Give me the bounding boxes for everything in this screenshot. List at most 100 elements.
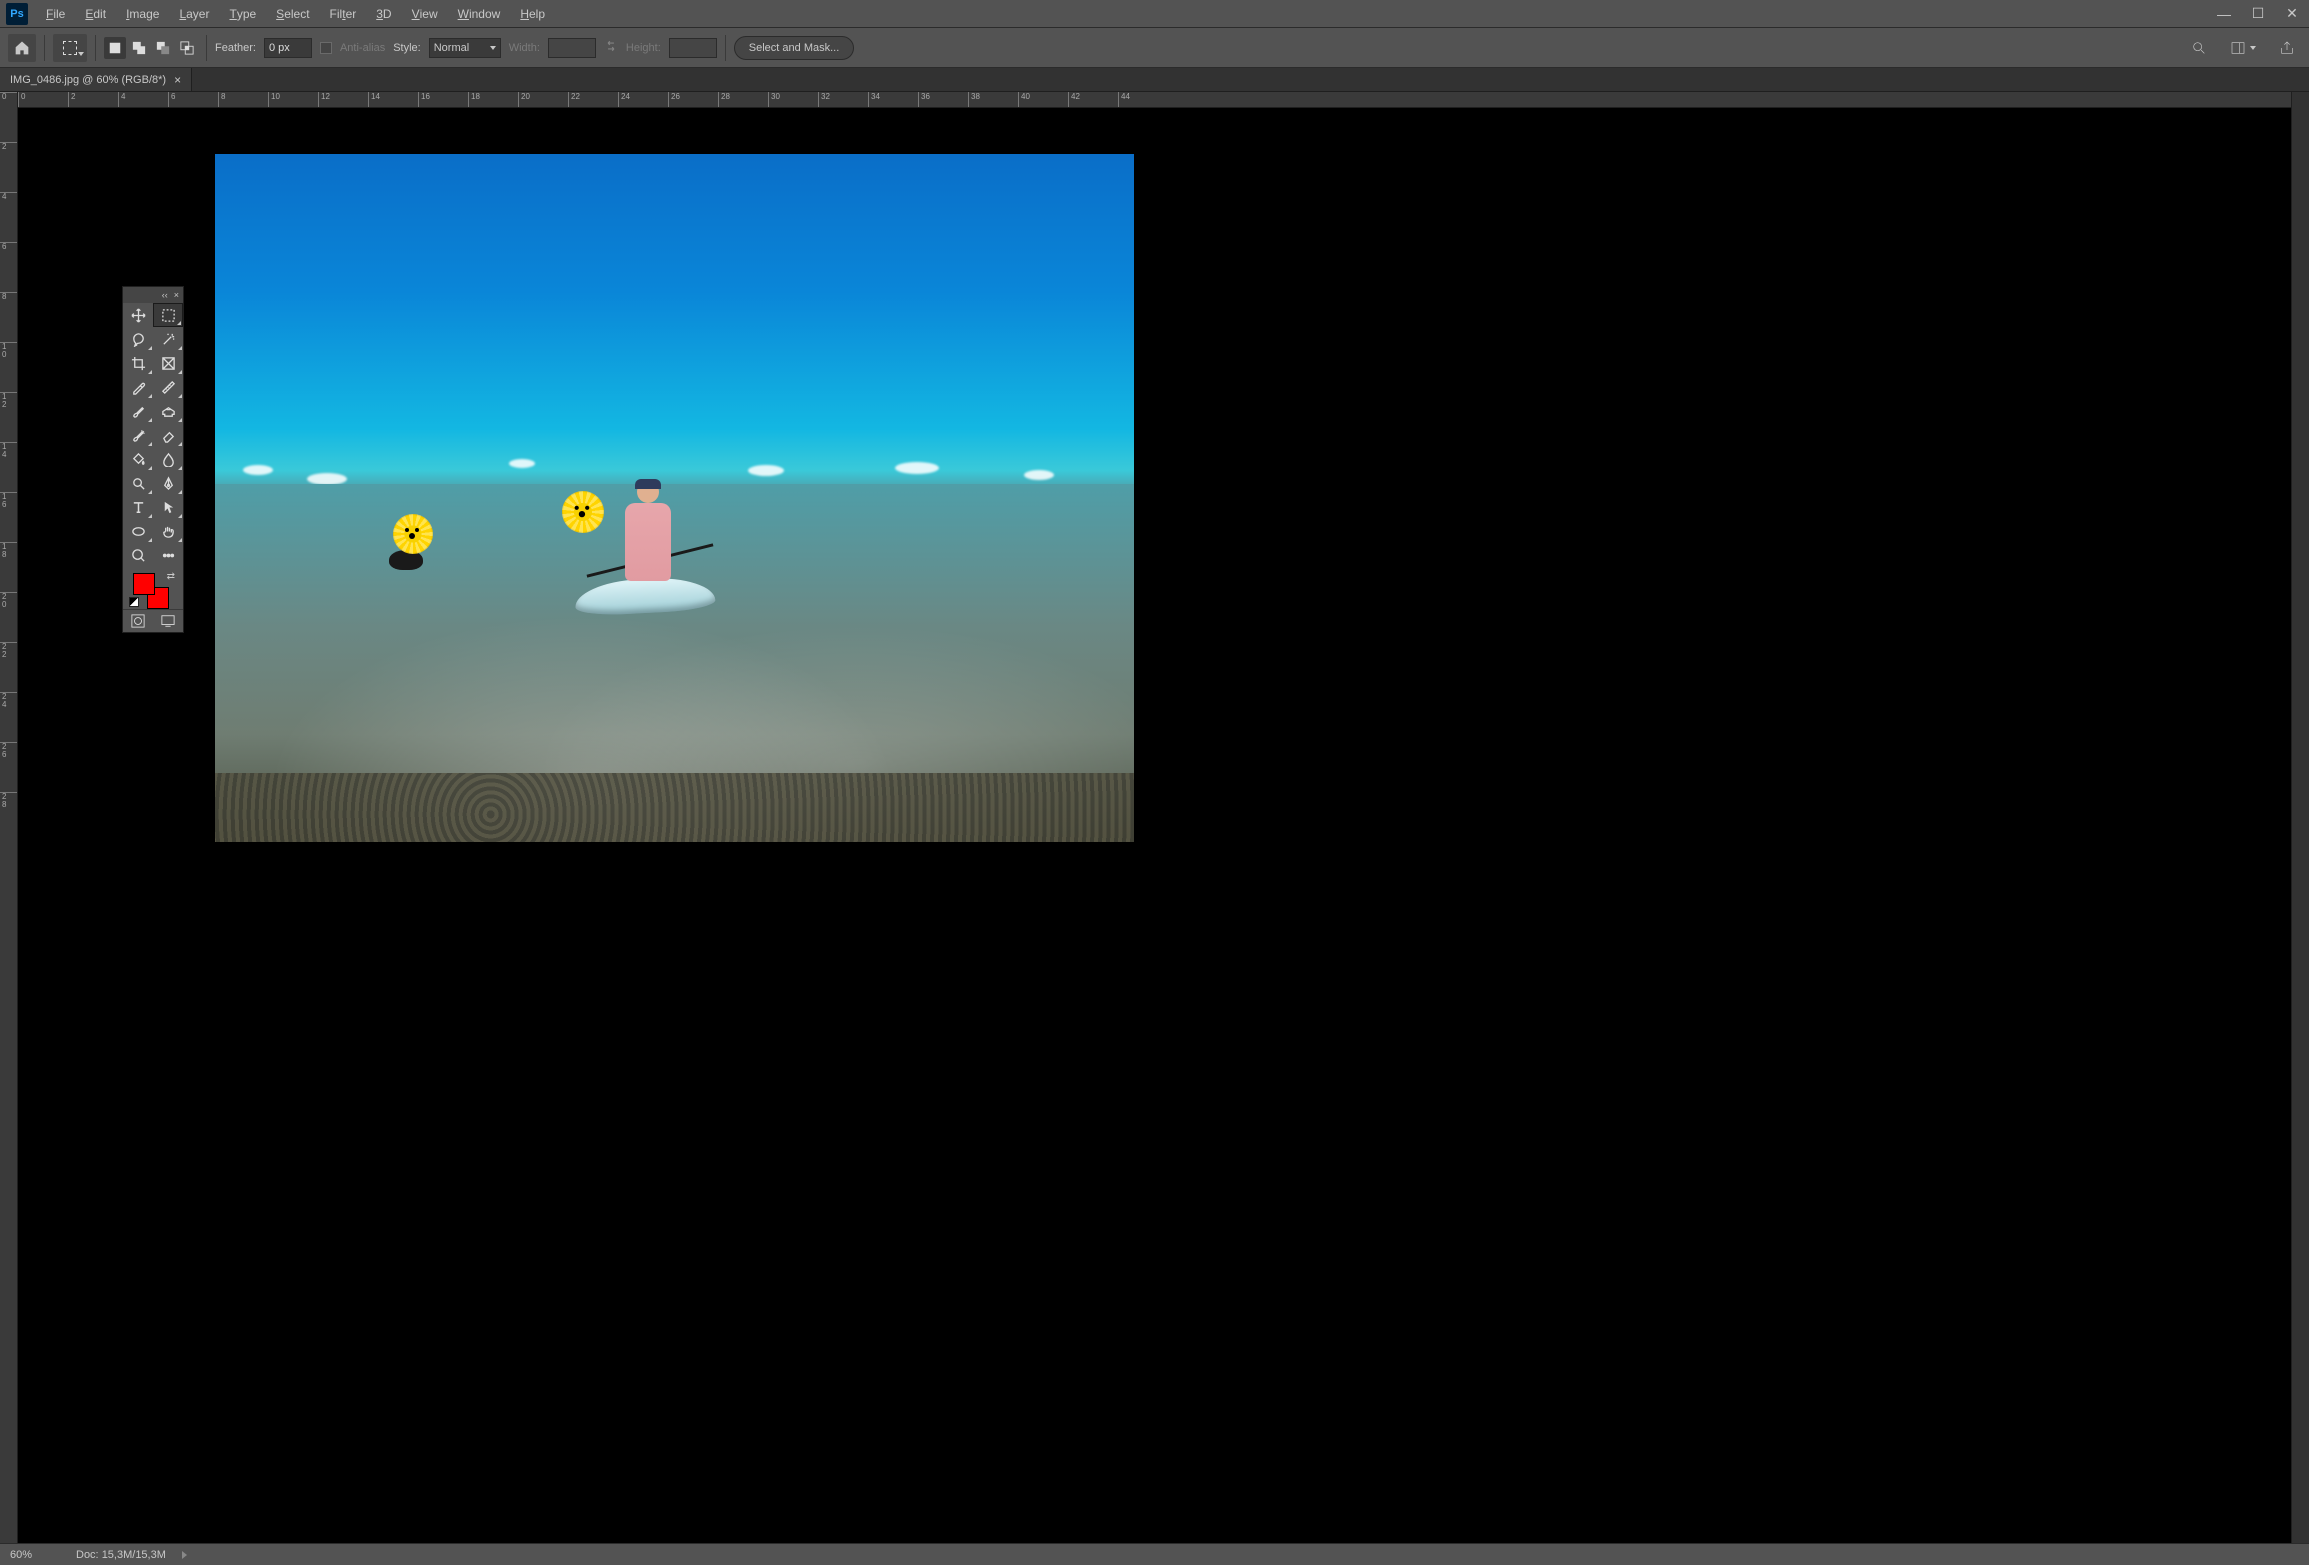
ruler-tick: 18 [468,92,480,107]
caret-down-icon [78,52,84,56]
hand-tool[interactable] [153,519,183,543]
feather-input[interactable]: 0 px [264,38,312,58]
ruler-tick: 22 [0,642,17,659]
color-swatches: ⇄ [123,567,183,609]
ruler-angle-tool[interactable] [153,375,183,399]
close-icon[interactable]: × [174,290,179,300]
menu-file[interactable]: File [36,0,75,27]
workspace-switcher-button[interactable] [2223,34,2263,62]
swap-wh-icon [604,39,618,53]
style-select[interactable]: Normal [429,38,501,58]
ruler-tick: 44 [1118,92,1130,107]
status-flyout-button[interactable] [182,1551,187,1559]
window-maximize-button[interactable]: ☐ [2241,0,2275,27]
pen-tool-icon [161,476,176,491]
search-button[interactable] [2185,34,2213,62]
menu-select[interactable]: Select [266,0,319,27]
tools-panel-header[interactable]: ‹‹ × [123,287,183,303]
menu-view[interactable]: View [402,0,448,27]
marquee-tool[interactable] [153,303,183,327]
more-tools[interactable] [153,543,183,567]
shape-tool-icon [131,524,146,539]
window-close-button[interactable]: ✕ [2275,0,2309,27]
menu-filter[interactable]: Filter [320,0,367,27]
quick-mask-button[interactable] [123,610,153,632]
flyout-indicator-icon [178,442,182,446]
share-button[interactable] [2273,34,2301,62]
dodge-tool[interactable] [123,471,153,495]
document-tab[interactable]: IMG_0486.jpg @ 60% (RGB/8*) × [0,68,192,91]
ruler-tick: 38 [968,92,980,107]
ruler-tick: 14 [368,92,380,107]
collapse-icon[interactable]: ‹‹ [162,290,168,300]
canvas[interactable] [215,154,1134,842]
swap-colors-button[interactable]: ⇄ [167,571,175,582]
type-tool[interactable] [123,495,153,519]
blur-tool[interactable] [153,447,183,471]
ruler-tick: 2 [68,92,75,107]
quick-mask-icon [131,614,145,628]
move-tool[interactable] [123,303,153,327]
menu-image[interactable]: Image [116,0,169,27]
history-brush-tool[interactable] [123,423,153,447]
path-select-tool[interactable] [153,495,183,519]
flyout-indicator-icon [178,490,182,494]
ruler-tick: 30 [768,92,780,107]
menu-type[interactable]: Type [219,0,266,27]
selection-add-button[interactable] [128,37,150,59]
flyout-indicator-icon [178,394,182,398]
tools-panel[interactable]: ‹‹ × ⇄ [122,286,184,633]
shape-tool[interactable] [123,519,153,543]
paint-bucket-tool[interactable] [123,447,153,471]
anti-alias-label: Anti-alias [340,42,385,54]
flyout-indicator-icon [148,346,152,350]
paint-bucket-tool-icon [131,452,146,467]
menu-edit[interactable]: Edit [75,0,116,27]
feather-label: Feather: [215,42,256,54]
selection-subtract-button[interactable] [152,37,174,59]
screen-mode-button[interactable] [153,610,183,632]
clone-stamp-tool[interactable] [153,399,183,423]
ruler-tick: 18 [0,542,17,559]
ruler-horizontal[interactable]: 0246810121416182022242628303234363840424… [18,92,2291,108]
swap-wh-button [604,39,618,56]
ruler-tick: 2 [0,142,17,151]
magic-wand-tool[interactable] [153,327,183,351]
document-view[interactable]: ‹‹ × ⇄ [18,108,2291,1543]
zoom-level[interactable]: 60% [10,1549,60,1561]
flyout-indicator-icon [177,321,181,325]
frame-tool[interactable] [153,351,183,375]
menu-3d[interactable]: 3D [366,0,401,27]
eyedropper-tool-icon [131,380,146,395]
clone-stamp-tool-icon [161,404,176,419]
zoom-tool[interactable] [123,543,153,567]
selection-new-button[interactable] [104,37,126,59]
menu-window[interactable]: Window [448,0,511,27]
selection-intersect-button[interactable] [176,37,198,59]
foreground-color-swatch[interactable] [133,573,155,595]
flyout-indicator-icon [148,538,152,542]
eraser-tool-icon [161,428,176,443]
crop-tool[interactable] [123,351,153,375]
pen-tool[interactable] [153,471,183,495]
lasso-tool[interactable] [123,327,153,351]
path-select-tool-icon [161,500,176,515]
document-tab-close-button[interactable]: × [174,73,181,87]
current-tool-indicator[interactable] [53,34,87,62]
ruler-tick: 4 [118,92,125,107]
ruler-vertical[interactable]: 0246810121416182022242628 [0,92,18,1543]
select-and-mask-button[interactable]: Select and Mask... [734,36,855,60]
default-colors-button[interactable] [129,597,139,607]
window-minimize-button[interactable]: — [2207,0,2241,27]
brush-tool[interactable] [123,399,153,423]
ruler-tick: 24 [0,692,17,709]
right-dock-strip[interactable] [2291,92,2309,1543]
home-button[interactable] [8,34,36,62]
screen-mode-icon [161,614,175,628]
menu-layer[interactable]: Layer [169,0,219,27]
menu-help[interactable]: Help [510,0,555,27]
ruler-tick: 34 [868,92,880,107]
lasso-tool-icon [131,332,146,347]
eraser-tool[interactable] [153,423,183,447]
eyedropper-tool[interactable] [123,375,153,399]
